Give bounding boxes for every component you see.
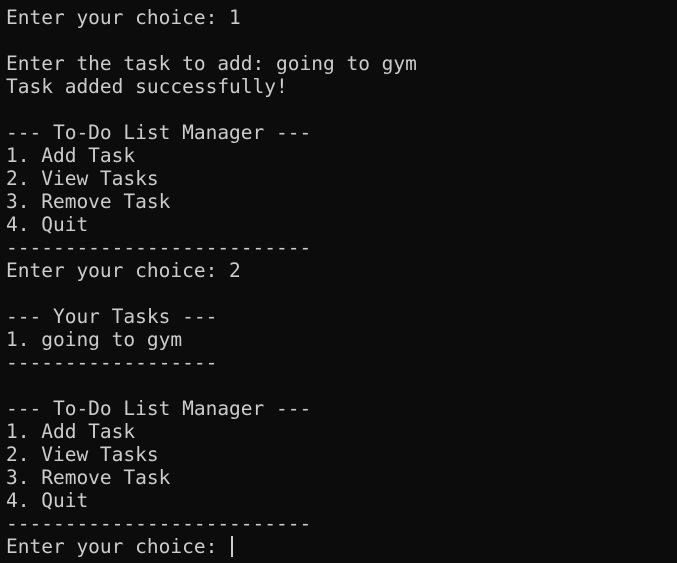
- menu-title: --- To-Do List Manager ---: [6, 397, 312, 420]
- output-line: Enter your choice: 1: [6, 6, 241, 29]
- menu-option: 1. Add Task: [6, 144, 136, 167]
- menu-option: 2. View Tasks: [6, 443, 159, 466]
- prompt-text: Enter your choice:: [6, 535, 230, 558]
- output-line: Task added successfully!: [6, 75, 288, 98]
- tasks-divider: ------------------: [6, 351, 218, 374]
- menu-option: 1. Add Task: [6, 420, 136, 443]
- task-item: 1. going to gym: [6, 328, 183, 351]
- menu-option: 4. Quit: [6, 213, 89, 236]
- menu-divider: --------------------------: [6, 236, 312, 259]
- tasks-title: --- Your Tasks ---: [6, 305, 218, 328]
- output-line: Enter the task to add: going to gym: [6, 52, 417, 75]
- terminal-window[interactable]: Enter your choice: 1 Enter the task to a…: [0, 0, 677, 563]
- menu-option: 3. Remove Task: [6, 190, 171, 213]
- menu-divider: --------------------------: [6, 512, 312, 535]
- text-cursor: [231, 536, 234, 557]
- menu-option: 2. View Tasks: [6, 167, 159, 190]
- output-line: Enter your choice: 2: [6, 259, 241, 282]
- menu-option: 4. Quit: [6, 489, 89, 512]
- input-line[interactable]: Enter your choice:: [6, 535, 677, 558]
- menu-option: 3. Remove Task: [6, 466, 171, 489]
- menu-title: --- To-Do List Manager ---: [6, 121, 312, 144]
